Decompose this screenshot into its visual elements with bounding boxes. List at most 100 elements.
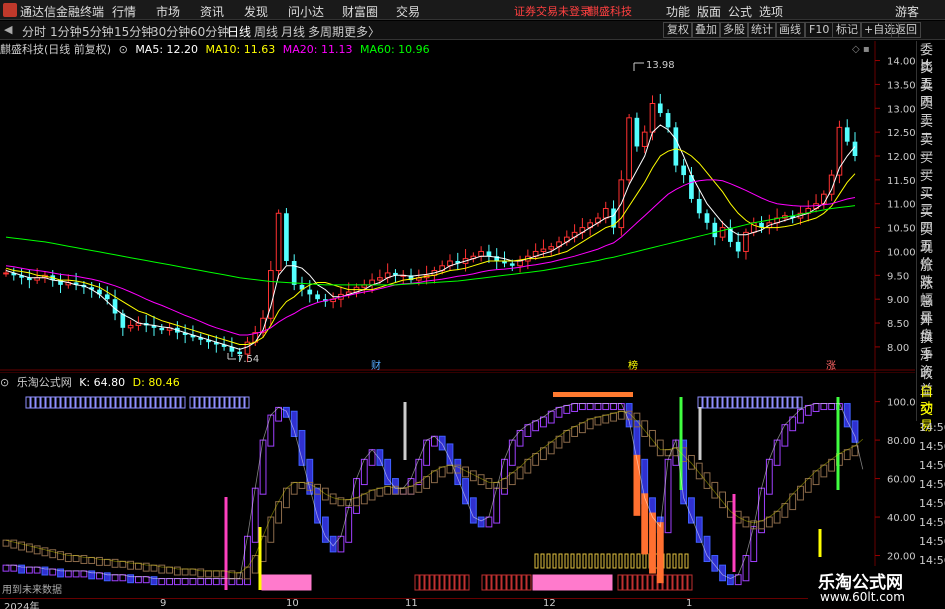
menu-shichang[interactable]: 市场 bbox=[156, 3, 180, 20]
low-price-label: 7.54 bbox=[237, 354, 259, 365]
tab-weekly[interactable]: 周线 bbox=[254, 23, 278, 40]
candle-body bbox=[681, 165, 686, 176]
menu-wenxiaoda[interactable]: 问小达 bbox=[288, 3, 324, 20]
tab-fenshi[interactable]: 分时 bbox=[22, 23, 46, 40]
candle-body bbox=[735, 241, 741, 252]
k-box bbox=[664, 458, 672, 534]
tab-monthly[interactable]: 月线 bbox=[281, 23, 305, 40]
chart-header: 麒盛科技(日线 前复权) ⊙ MA5: 12.20 MA10: 11.63 MA… bbox=[0, 41, 434, 56]
candle-body bbox=[3, 272, 9, 275]
menu-hangqing[interactable]: 行情 bbox=[112, 3, 136, 20]
signal-bar bbox=[602, 574, 608, 591]
tab-1min[interactable]: 1分钟 bbox=[50, 23, 82, 40]
drop-block bbox=[656, 522, 664, 584]
candle-body bbox=[649, 103, 656, 133]
axis-label: 13.00 bbox=[887, 104, 915, 115]
candle-body bbox=[509, 263, 515, 266]
quote-side-panel: 委比 卖五 卖四 卖三 卖二 卖一 买一 买二 买三 买四 买五 现价 涨跌 涨幅 总量 外盘 换手 净资 收益 自动… bbox=[916, 41, 945, 434]
button-duogu[interactable]: 多股 bbox=[719, 22, 749, 38]
button-biaoji[interactable]: 标记 bbox=[832, 22, 862, 38]
indicator-settings-icon[interactable]: ⊙ bbox=[0, 376, 9, 389]
signal-bar bbox=[552, 574, 558, 591]
tick-time: 14:56 bbox=[919, 535, 945, 548]
login-warning[interactable]: 证券交易未登录 bbox=[514, 3, 591, 19]
indicator-chart[interactable]: 100.0 80.00 60.00 40.00 20.00 用到未来数据 bbox=[0, 372, 915, 598]
price-chart[interactable]: 14.00 13.50 13.00 12.50 12.00 11.50 11.00 10.50… bbox=[0, 41, 915, 371]
marker-cai[interactable]: 财 bbox=[371, 359, 381, 371]
candle-body bbox=[657, 103, 663, 114]
button-huaxian[interactable]: 画线 bbox=[775, 22, 805, 38]
ma5-value: MA5: 12.20 bbox=[135, 43, 199, 56]
k-box bbox=[820, 403, 828, 411]
marker-zhang[interactable]: 涨 bbox=[826, 360, 836, 371]
signal-bar bbox=[271, 574, 277, 591]
k-box bbox=[197, 578, 205, 586]
k-box bbox=[259, 439, 267, 495]
menu-jiaoyi[interactable]: 交易 bbox=[396, 3, 420, 20]
k-box bbox=[399, 487, 407, 495]
title-bar: 通达信金融终端 行情 市场 资讯 发现 问小达 财富圈 交易 证券交易未登录 麒… bbox=[0, 0, 945, 20]
menu-gongneng[interactable]: 功能 bbox=[666, 3, 690, 20]
axis-label: 60.00 bbox=[887, 475, 915, 486]
button-back[interactable]: 返回 bbox=[891, 22, 921, 38]
tab-60min[interactable]: 60分钟 bbox=[190, 23, 229, 40]
menu-zixun[interactable]: 资讯 bbox=[200, 3, 224, 20]
menu-faxian[interactable]: 发现 bbox=[244, 3, 268, 20]
button-fuquan[interactable]: 复权 bbox=[663, 22, 693, 38]
watermark: 乐淘公式网 www.60lt.com bbox=[808, 566, 945, 609]
tab-5min[interactable]: 5分钟 bbox=[82, 23, 114, 40]
tab-multi-period[interactable]: 多周期 bbox=[308, 23, 344, 40]
button-f10[interactable]: F10 bbox=[805, 22, 834, 38]
menu-caifuquan[interactable]: 财富圈 bbox=[342, 3, 378, 20]
menu-gongshi[interactable]: 公式 bbox=[728, 3, 752, 20]
tab-30min[interactable]: 30分钟 bbox=[151, 23, 190, 40]
menu-banmian[interactable]: 版面 bbox=[697, 3, 721, 20]
candle-body bbox=[821, 193, 827, 205]
axis-label: 11.00 bbox=[887, 200, 915, 211]
candle-body bbox=[478, 250, 484, 257]
signal-bar bbox=[296, 574, 302, 591]
signal-bar bbox=[557, 574, 563, 591]
k-box bbox=[25, 566, 33, 574]
signal-strip-orange bbox=[553, 392, 633, 397]
axis-label: 40.00 bbox=[887, 513, 915, 524]
k-box bbox=[485, 516, 493, 528]
k-box bbox=[329, 535, 337, 553]
marker-bang[interactable]: 榜 bbox=[628, 359, 638, 371]
guest-user[interactable]: 游客 bbox=[895, 3, 919, 20]
signal-bar bbox=[582, 574, 588, 591]
collapse-arrow-icon[interactable]: ◀ bbox=[4, 23, 12, 36]
k-box bbox=[695, 516, 703, 543]
settings-icon[interactable]: ⊙ bbox=[119, 43, 128, 56]
k-box bbox=[578, 403, 586, 411]
tab-15min[interactable]: 15分钟 bbox=[114, 23, 153, 40]
k-box bbox=[111, 574, 119, 582]
k-box bbox=[10, 564, 18, 572]
k-box bbox=[742, 555, 750, 582]
tab-more[interactable]: 更多〉 bbox=[344, 23, 380, 40]
k-box bbox=[360, 458, 368, 486]
candle-body bbox=[540, 248, 547, 252]
menu-xuanxiang[interactable]: 选项 bbox=[759, 3, 783, 20]
tick-time: 14:56 bbox=[919, 497, 945, 510]
signal-bar bbox=[301, 574, 307, 591]
chart-options-icon[interactable]: ◇ ▪ bbox=[852, 44, 870, 55]
k-box bbox=[765, 458, 773, 495]
date-label: 9 bbox=[160, 598, 167, 609]
button-diejia[interactable]: 叠加 bbox=[691, 22, 721, 38]
signal-bar bbox=[577, 574, 583, 591]
tab-daily[interactable]: 日线 bbox=[227, 23, 251, 40]
k-box bbox=[563, 404, 571, 414]
k-box bbox=[134, 576, 142, 584]
candle-body bbox=[548, 246, 555, 250]
k-box bbox=[711, 555, 719, 572]
k-box bbox=[181, 578, 189, 586]
button-tongji[interactable]: 统计 bbox=[747, 22, 777, 38]
tick-time: 14:56 bbox=[919, 478, 945, 491]
candle-body bbox=[712, 222, 718, 238]
high-price-label: 13.98 bbox=[646, 60, 675, 71]
drop-block bbox=[649, 512, 656, 574]
candle-body bbox=[844, 127, 850, 142]
k-box bbox=[64, 570, 72, 578]
signal-bar bbox=[587, 574, 593, 591]
